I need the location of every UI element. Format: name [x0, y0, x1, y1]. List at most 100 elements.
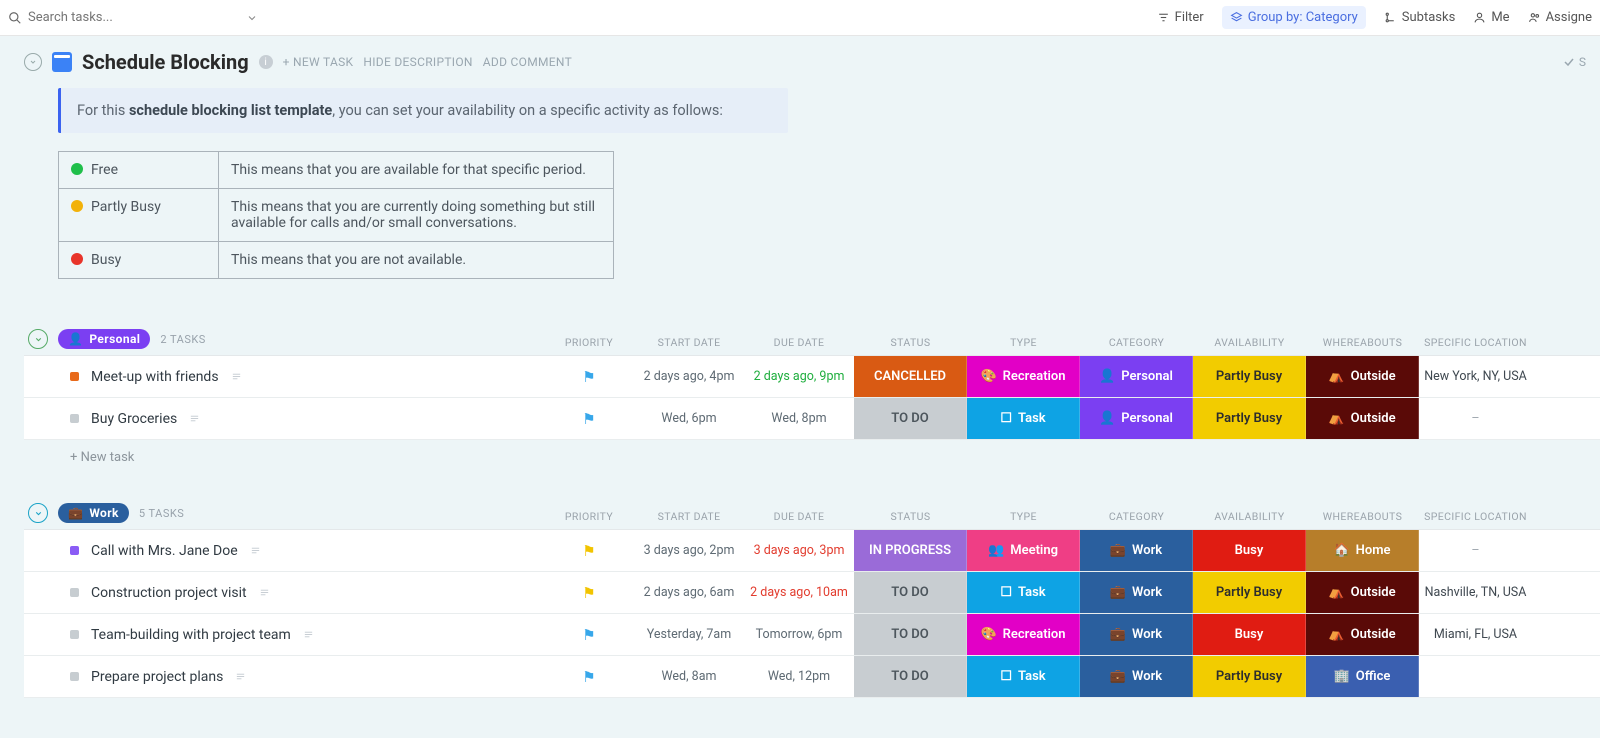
more-icon[interactable] [231, 371, 242, 382]
assignee-button[interactable]: Assigne [1528, 10, 1592, 25]
me-button[interactable]: Me [1473, 10, 1509, 25]
type-cell[interactable]: ☐Task [967, 398, 1080, 439]
chevron-down-icon[interactable] [246, 12, 258, 24]
search-box[interactable] [8, 10, 258, 25]
whereabouts-cell[interactable]: ⛺Outside [1306, 398, 1419, 439]
collapse-group-button[interactable] [28, 503, 48, 523]
column-header[interactable]: DUE DATE [744, 510, 854, 523]
column-header[interactable]: PRIORITY [544, 510, 634, 523]
start-date-cell[interactable]: Wed, 8am [634, 656, 744, 697]
due-date-cell[interactable]: Wed, 12pm [744, 656, 854, 697]
groupby-button[interactable]: Group by: Category [1222, 6, 1366, 29]
whereabouts-cell[interactable]: ⛺Outside [1306, 614, 1419, 655]
availability-cell[interactable]: Partly Busy [1193, 356, 1306, 397]
column-header[interactable]: START DATE [634, 336, 744, 349]
category-cell[interactable]: 👤Personal [1080, 356, 1193, 397]
location-cell[interactable]: Miami, FL, USA [1419, 614, 1532, 655]
column-header[interactable]: CATEGORY [1080, 510, 1193, 523]
column-header[interactable]: TYPE [967, 510, 1080, 523]
column-header[interactable]: STATUS [854, 510, 967, 523]
type-cell[interactable]: 👥Meeting [967, 530, 1080, 571]
availability-cell[interactable]: Partly Busy [1193, 398, 1306, 439]
category-cell[interactable]: 💼Work [1080, 656, 1193, 697]
column-header[interactable]: DUE DATE [744, 336, 854, 349]
availability-cell[interactable]: Busy [1193, 530, 1306, 571]
more-icon[interactable] [303, 629, 314, 640]
collapse-group-button[interactable] [28, 329, 48, 349]
priority-cell[interactable]: ⚑ [544, 398, 634, 439]
column-header[interactable]: AVAILABILITY [1193, 510, 1306, 523]
type-cell[interactable]: ☐Task [967, 656, 1080, 697]
add-comment-button[interactable]: ADD COMMENT [483, 55, 572, 69]
start-date-cell[interactable]: 3 days ago, 2pm [634, 530, 744, 571]
hide-description-button[interactable]: HIDE DESCRIPTION [363, 55, 472, 69]
status-cell[interactable]: TO DO [854, 614, 967, 655]
location-cell[interactable]: – [1419, 398, 1532, 439]
whereabouts-cell[interactable]: 🏢Office [1306, 656, 1419, 697]
priority-cell[interactable]: ⚑ [544, 356, 634, 397]
column-header[interactable]: PRIORITY [544, 336, 634, 349]
task-row[interactable]: Meet-up with friends ⚑ 2 days ago, 4pm 2… [24, 356, 1600, 398]
status-cell[interactable]: TO DO [854, 572, 967, 613]
type-cell[interactable]: 🎨Recreation [967, 356, 1080, 397]
type-cell[interactable]: ☐Task [967, 572, 1080, 613]
category-cell[interactable]: 👤Personal [1080, 398, 1193, 439]
subtasks-button[interactable]: Subtasks [1384, 10, 1456, 25]
status-cell[interactable]: IN PROGRESS [854, 530, 967, 571]
priority-cell[interactable]: ⚑ [544, 656, 634, 697]
filter-button[interactable]: Filter [1157, 10, 1204, 25]
status-cell[interactable]: CANCELLED [854, 356, 967, 397]
more-icon[interactable] [189, 413, 200, 424]
due-date-cell[interactable]: Tomorrow, 6pm [744, 614, 854, 655]
start-date-cell[interactable]: 2 days ago, 4pm [634, 356, 744, 397]
availability-cell[interactable]: Busy [1193, 614, 1306, 655]
task-row[interactable]: Buy Groceries ⚑ Wed, 6pm Wed, 8pm TO DO … [24, 398, 1600, 440]
category-cell[interactable]: 💼Work [1080, 530, 1193, 571]
task-name-cell[interactable]: Meet-up with friends [24, 356, 544, 397]
task-name-cell[interactable]: Team-building with project team [24, 614, 544, 655]
status-cell[interactable]: TO DO [854, 398, 967, 439]
category-cell[interactable]: 💼Work [1080, 614, 1193, 655]
due-date-cell[interactable]: 2 days ago, 10am [744, 572, 854, 613]
priority-cell[interactable]: ⚑ [544, 614, 634, 655]
group-pill[interactable]: 👤 Personal [58, 329, 150, 349]
column-header[interactable]: CATEGORY [1080, 336, 1193, 349]
column-header[interactable]: SPECIFIC LOCATION [1419, 510, 1532, 523]
task-row[interactable]: Call with Mrs. Jane Doe ⚑ 3 days ago, 2p… [24, 530, 1600, 572]
due-date-cell[interactable]: 3 days ago, 3pm [744, 530, 854, 571]
column-header[interactable]: WHEREABOUTS [1306, 336, 1419, 349]
task-name-cell[interactable]: Buy Groceries [24, 398, 544, 439]
status-cell[interactable]: TO DO [854, 656, 967, 697]
task-name-cell[interactable]: Prepare project plans [24, 656, 544, 697]
group-pill[interactable]: 💼 Work [58, 503, 129, 523]
column-header[interactable]: TYPE [967, 336, 1080, 349]
whereabouts-cell[interactable]: 🏠Home [1306, 530, 1419, 571]
task-row[interactable]: Team-building with project team ⚑ Yester… [24, 614, 1600, 656]
due-date-cell[interactable]: Wed, 8pm [744, 398, 854, 439]
whereabouts-cell[interactable]: ⛺Outside [1306, 572, 1419, 613]
due-date-cell[interactable]: 2 days ago, 9pm [744, 356, 854, 397]
column-header[interactable]: WHEREABOUTS [1306, 510, 1419, 523]
start-date-cell[interactable]: Yesterday, 7am [634, 614, 744, 655]
task-name-cell[interactable]: Call with Mrs. Jane Doe [24, 530, 544, 571]
task-row[interactable]: Prepare project plans ⚑ Wed, 8am Wed, 12… [24, 656, 1600, 698]
location-cell[interactable]: – [1419, 530, 1532, 571]
whereabouts-cell[interactable]: ⛺Outside [1306, 356, 1419, 397]
location-cell[interactable]: Nashville, TN, USA [1419, 572, 1532, 613]
location-cell[interactable] [1419, 656, 1532, 697]
new-task-row[interactable]: + New task [24, 440, 1600, 469]
search-input[interactable] [28, 10, 188, 25]
type-cell[interactable]: 🎨Recreation [967, 614, 1080, 655]
availability-cell[interactable]: Partly Busy [1193, 656, 1306, 697]
collapse-list-button[interactable] [24, 53, 42, 71]
category-cell[interactable]: 💼Work [1080, 572, 1193, 613]
availability-cell[interactable]: Partly Busy [1193, 572, 1306, 613]
start-date-cell[interactable]: Wed, 6pm [634, 398, 744, 439]
task-name-cell[interactable]: Construction project visit [24, 572, 544, 613]
task-row[interactable]: Construction project visit ⚑ 2 days ago,… [24, 572, 1600, 614]
start-date-cell[interactable]: 2 days ago, 6am [634, 572, 744, 613]
priority-cell[interactable]: ⚑ [544, 572, 634, 613]
more-icon[interactable] [259, 587, 270, 598]
priority-cell[interactable]: ⚑ [544, 530, 634, 571]
more-icon[interactable] [250, 545, 261, 556]
